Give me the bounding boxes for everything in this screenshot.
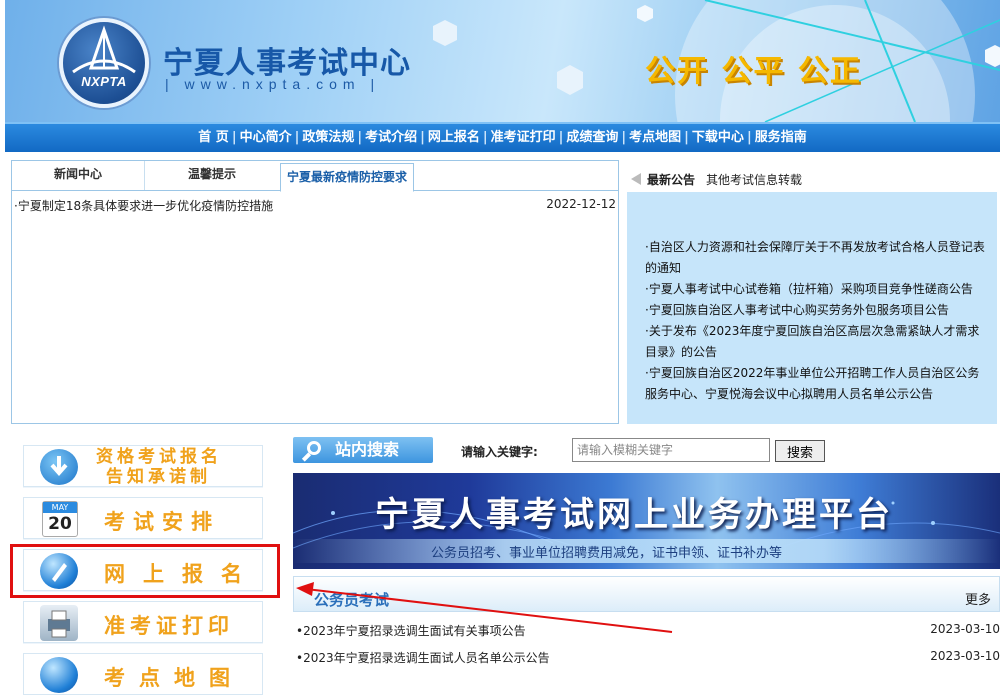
nav-separator: | xyxy=(231,130,237,145)
nav-separator: | xyxy=(684,130,689,145)
platform-subtitle: 公务员招考、事业单位招聘费用减免，证书申领、证书补办等 xyxy=(431,546,783,561)
site-url: | www.nxpta.com | xyxy=(165,76,381,92)
search-icon xyxy=(307,441,321,455)
pen-icon xyxy=(52,563,67,582)
notice-list: ·自治区人力资源和社会保障厅关于不再发放考试合格人员登记表的通知 ·宁夏人事考试… xyxy=(645,237,990,405)
news-item[interactable]: ·宁夏制定18条具体要求进一步优化疫情防控措施 2022-12-12 xyxy=(14,197,616,215)
notice-item[interactable]: ·自治区人力资源和社会保障厅关于不再发放考试合格人员登记表的通知 xyxy=(645,237,990,279)
platform-title: 宁夏人事考试网上业务办理平台 xyxy=(375,495,893,535)
notice-item[interactable]: ·关于发布《2023年度宁夏回族自治区高层次急需紧缺人才需求目录》的公告 xyxy=(645,321,990,363)
tab-arrow-icon xyxy=(631,173,641,185)
exam-schedule-label: 考试安排 xyxy=(104,509,220,534)
exam-schedule-button[interactable]: MAY 20 考试安排 xyxy=(23,497,263,539)
slogan: 公开 公平 公正 xyxy=(645,54,862,89)
news-item-title[interactable]: ·宁夏制定18条具体要求进一步优化疫情防控措施 xyxy=(14,197,273,214)
more-link[interactable]: 更多 xyxy=(965,589,991,608)
logo-emblem-icon xyxy=(72,25,136,74)
printer-shape-icon xyxy=(48,610,70,638)
search-button[interactable]: 搜索 xyxy=(775,440,825,462)
news-box: 新闻中心 温馨提示 宁夏最新疫情防控要求 ·宁夏制定18条具体要求进一步优化疫情… xyxy=(11,160,619,424)
notice-item[interactable]: ·宁夏回族自治区2022年事业单位公开招聘工作人员自治区公务服务中心、宁夏悦海会… xyxy=(645,363,990,405)
tab-other-exam-info[interactable]: 其他考试信息转载 xyxy=(706,171,802,188)
online-registration-label: 网上报名 xyxy=(104,561,260,586)
exam-map-label: 考点地图 xyxy=(104,665,244,690)
tab-tips[interactable]: 温馨提示 xyxy=(145,161,279,190)
download-icon xyxy=(40,449,78,485)
nav-exam-map[interactable]: 考点地图 xyxy=(627,130,683,145)
tab-news-center[interactable]: 新闻中心 xyxy=(12,161,145,190)
main-nav: 首 页 | 中心简介 | 政策法规 | 考试介绍 | 网上报名 | 准考证打印 | 成绩查询 | 考点地图 |… xyxy=(5,122,1000,152)
notice-panel: 最新公告 其他考试信息转载 ·自治区人力资源和社会保障厅关于不再发放考试合格人员… xyxy=(627,163,997,424)
site-search-label: 站内搜索 xyxy=(293,437,433,463)
notice-item[interactable]: ·宁夏回族自治区人事考试中心购买劳务外包服务项目公告 xyxy=(645,300,990,321)
admit-card-label: 准考证打印 xyxy=(104,613,234,638)
calendar-month: MAY xyxy=(43,502,77,513)
nav-separator: | xyxy=(420,130,425,145)
logo-text: NXPTA xyxy=(81,74,127,89)
printer-icon xyxy=(40,605,78,641)
calendar-icon: MAY 20 xyxy=(42,501,78,537)
tab-epidemic-requirements[interactable]: 宁夏最新疫情防控要求 xyxy=(280,163,414,192)
nav-separator: | xyxy=(746,130,752,145)
exam-map-button[interactable]: 考点地图 xyxy=(23,653,263,695)
tab-latest-notice[interactable]: 最新公告 xyxy=(647,171,695,188)
notice-item[interactable]: ·宁夏人事考试中心试卷箱（拉杆箱）采购项目竞争性磋商公告 xyxy=(645,279,990,300)
map-globe-icon xyxy=(40,657,78,693)
qual-label-line2: 告知承诺制 xyxy=(106,467,211,487)
site-search-title: 站内搜索 xyxy=(335,440,400,459)
section-title: 公务员考试 xyxy=(314,591,390,609)
nxpta-logo[interactable]: NXPTA xyxy=(59,18,149,108)
qual-label-line1: 资格考试报名 xyxy=(96,447,222,467)
keyword-input[interactable] xyxy=(572,438,770,462)
exam-item-title[interactable]: •2023年宁夏招录选调生面试人员名单公示公告 xyxy=(296,649,550,666)
nav-about[interactable]: 中心简介 xyxy=(238,130,294,145)
online-registration-button[interactable]: 网上报名 xyxy=(23,549,263,591)
notice-tabs: 最新公告 其他考试信息转载 xyxy=(627,163,997,193)
calendar-day: 20 xyxy=(48,514,72,534)
news-tabs: 新闻中心 温馨提示 宁夏最新疫情防控要求 xyxy=(12,161,618,192)
globe-icon xyxy=(40,553,78,589)
nav-download[interactable]: 下载中心 xyxy=(690,130,746,145)
nav-separator: | xyxy=(482,130,488,145)
exam-item-date: 2023-03-10 xyxy=(930,622,1000,636)
qualification-registration-button[interactable]: 资格考试报名 告知承诺制 xyxy=(23,445,263,487)
exam-item-title[interactable]: •2023年宁夏招录选调生面试有关事项公告 xyxy=(296,622,526,639)
nav-policy[interactable]: 政策法规 xyxy=(300,130,356,145)
nav-online-register[interactable]: 网上报名 xyxy=(426,130,482,145)
nav-service-guide[interactable]: 服务指南 xyxy=(753,130,809,145)
site-search-bar: 站内搜索 请输入关键字: 搜索 xyxy=(293,437,1000,465)
online-platform-banner[interactable]: 宁夏人事考试网上业务办理平台 公务员招考、事业单位招聘费用减免，证书申领、证书补… xyxy=(293,473,1000,569)
news-item-date: 2022-12-12 xyxy=(546,197,616,211)
nav-score-query[interactable]: 成绩查询 xyxy=(564,130,620,145)
exam-item-date: 2023-03-10 xyxy=(930,649,1000,663)
exam-list-item[interactable]: •2023年宁夏招录选调生面试人员名单公示公告 2023-03-10 xyxy=(296,647,1000,667)
nav-home[interactable]: 首 页 xyxy=(196,130,231,145)
nav-admit-card[interactable]: 准考证打印 xyxy=(489,130,558,145)
civil-servant-exam-header: 公务员考试 更多 xyxy=(293,576,1000,612)
download-arrow-icon xyxy=(50,456,68,477)
admit-card-print-button[interactable]: 准考证打印 xyxy=(23,601,263,643)
keyword-label: 请输入关键字: xyxy=(461,445,538,459)
exam-list-item[interactable]: •2023年宁夏招录选调生面试有关事项公告 2023-03-10 xyxy=(296,620,1000,640)
nav-exam-intro[interactable]: 考试介绍 xyxy=(363,130,419,145)
header-banner: NXPTA 宁夏人事考试中心 | www.nxpta.com | 公开 公平 公… xyxy=(5,0,1000,122)
